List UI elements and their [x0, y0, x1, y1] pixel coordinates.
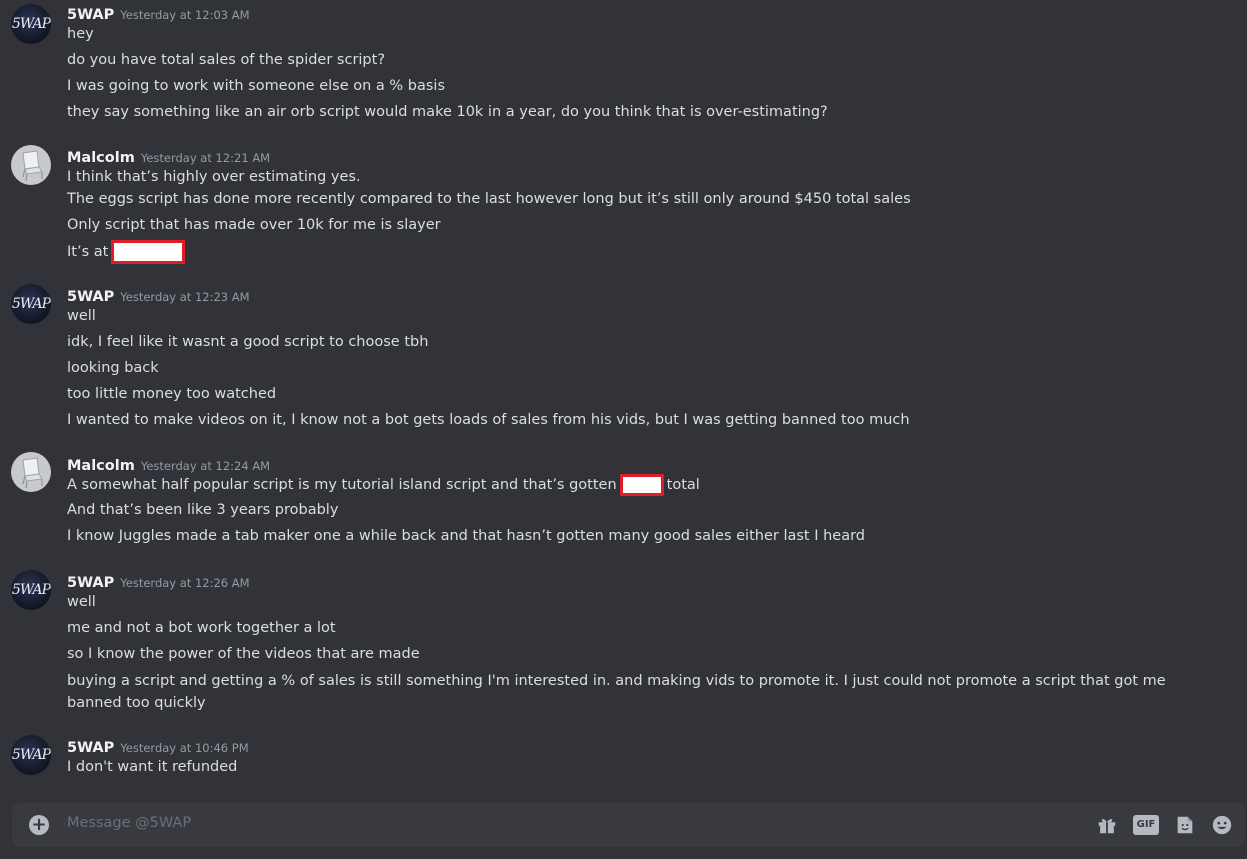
sticker-icon[interactable]: [1174, 814, 1196, 836]
author-name[interactable]: 5WAP: [67, 575, 114, 591]
5wap-avatar-icon[interactable]: 5WAP: [11, 4, 51, 44]
message-composer: + Message @5WAP GIF: [12, 803, 1245, 847]
message-text: I don't want it refunded: [67, 759, 238, 775]
gift-icon[interactable]: [1096, 814, 1118, 836]
malcolm-avatar-icon[interactable]: [11, 145, 51, 185]
redaction-box: [619, 474, 664, 496]
message-text: Only script that has made over 10k for m…: [67, 217, 441, 233]
emoji-icon[interactable]: [1211, 814, 1233, 836]
author-name[interactable]: 5WAP: [67, 289, 114, 305]
author-name[interactable]: 5WAP: [67, 740, 114, 756]
message-text: A somewhat half popular script is my tut…: [67, 477, 617, 493]
chair-icon: [22, 457, 43, 489]
message-text: so I know the power of the videos that a…: [67, 646, 420, 662]
5wap-avatar-icon[interactable]: 5WAP: [11, 735, 51, 775]
author-name[interactable]: Malcolm: [67, 458, 135, 474]
gif-icon[interactable]: GIF: [1133, 815, 1159, 835]
message-text: The eggs script has done more recently c…: [67, 191, 911, 207]
message-text: It’s at: [67, 244, 109, 260]
5wap-avatar-icon[interactable]: 5WAP: [11, 570, 51, 610]
message-text: I wanted to make videos on it, I know no…: [67, 412, 910, 428]
timestamp: Yesterday at 12:26 AM: [120, 576, 250, 590]
message-text: they say something like an air orb scrip…: [67, 104, 828, 120]
message-text: total: [666, 477, 700, 493]
message-text: And that’s been like 3 years probably: [67, 502, 339, 518]
message-text: well: [67, 594, 96, 610]
message-text: hey: [67, 26, 94, 42]
redaction-box: [111, 240, 186, 264]
message-text: too little money too watched: [67, 386, 277, 402]
message-text: well: [67, 308, 96, 324]
chair-icon: [22, 150, 43, 182]
message-text: idk, I feel like it wasnt a good script …: [67, 334, 429, 350]
timestamp: Yesterday at 12:21 AM: [140, 151, 271, 165]
message-text: I know Juggles made a tab maker one a wh…: [67, 528, 866, 544]
timestamp: Yesterday at 12:23 AM: [120, 290, 250, 304]
message-text: looking back: [67, 360, 159, 376]
timestamp: Yesterday at 12:03 AM: [120, 8, 250, 22]
message-line: A somewhat half popular script is my tut…: [67, 474, 700, 496]
message-header: 5WAP Yesterday at 10:46 PM: [67, 737, 249, 759]
author-name[interactable]: 5WAP: [67, 7, 114, 23]
message-input[interactable]: Message @5WAP: [67, 815, 191, 831]
timestamp: Yesterday at 10:46 PM: [120, 741, 249, 755]
message-text: me and not a bot work together a lot: [67, 620, 336, 636]
add-circle-icon[interactable]: +: [29, 815, 49, 835]
message-header: 5WAP Yesterday at 12:03 AM: [67, 4, 250, 26]
message-header: 5WAP Yesterday at 12:26 AM: [67, 572, 250, 594]
5wap-avatar-icon[interactable]: 5WAP: [11, 284, 51, 324]
message-text: do you have total sales of the spider sc…: [67, 52, 386, 68]
message-text: I think that’s highly over estimating ye…: [67, 169, 361, 185]
message-header: Malcolm Yesterday at 12:21 AM: [67, 147, 270, 169]
message-text: buying a script and getting a % of sales…: [67, 673, 1166, 711]
message-text: I was going to work with someone else on…: [67, 78, 446, 94]
author-name[interactable]: Malcolm: [67, 150, 135, 166]
message-list[interactable]: 5WAP 5WAP Yesterday at 12:03 AM hey do yo…: [0, 0, 1247, 800]
malcolm-avatar-icon[interactable]: [11, 452, 51, 492]
message-line: It’s at: [67, 240, 188, 264]
timestamp: Yesterday at 12:24 AM: [140, 459, 271, 473]
message-header: 5WAP Yesterday at 12:23 AM: [67, 286, 250, 308]
